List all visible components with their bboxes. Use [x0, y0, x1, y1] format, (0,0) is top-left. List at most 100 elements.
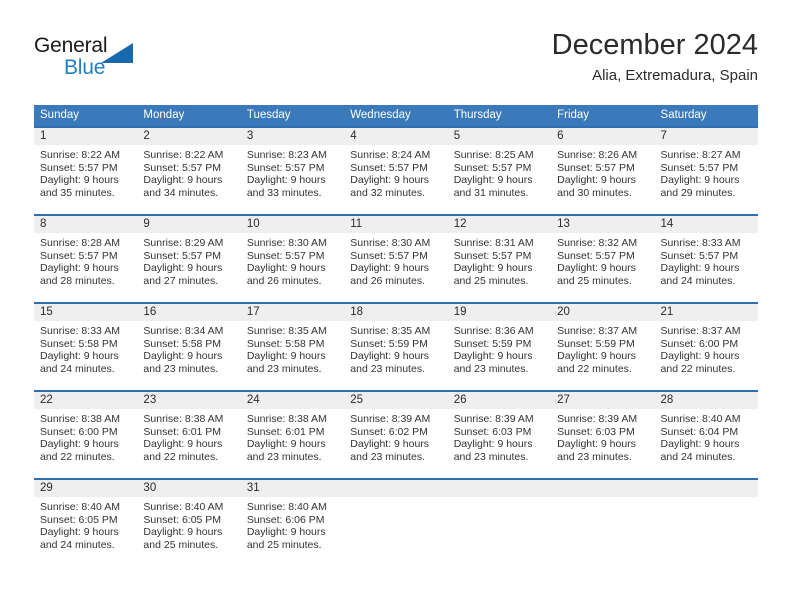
- sunset-text: Sunset: 6:00 PM: [660, 337, 739, 350]
- daylight-text-line1: Daylight: 9 hours: [246, 174, 326, 187]
- daylight-text-line2: and 27 minutes.: [143, 274, 219, 287]
- day-details: Sunrise: 8:39 AM Sunset: 6:03 PM Dayligh…: [551, 409, 654, 463]
- sunrise-text: Sunrise: 8:32 AM: [557, 237, 638, 249]
- calendar-day-cell[interactable]: 2 Sunrise: 8:22 AM Sunset: 5:57 PM Dayli…: [137, 128, 241, 214]
- daylight-text-line1: Daylight: 9 hours: [453, 262, 533, 275]
- calendar-day-cell[interactable]: 22 Sunrise: 8:38 AM Sunset: 6:00 PM Dayl…: [34, 392, 138, 478]
- calendar-day-cell[interactable]: 17 Sunrise: 8:35 AM Sunset: 5:58 PM Dayl…: [240, 304, 345, 390]
- day-details: Sunrise: 8:25 AM Sunset: 5:57 PM Dayligh…: [448, 145, 551, 199]
- day-details: Sunrise: 8:34 AM Sunset: 5:58 PM Dayligh…: [137, 321, 240, 375]
- calendar-day-cell[interactable]: 29 Sunrise: 8:40 AM Sunset: 6:05 PM Dayl…: [34, 480, 138, 566]
- sunset-text: Sunset: 5:57 PM: [40, 249, 118, 262]
- calendar-day-cell[interactable]: 12 Sunrise: 8:31 AM Sunset: 5:57 PM Dayl…: [447, 216, 552, 302]
- sunrise-text: Sunrise: 8:38 AM: [246, 413, 327, 425]
- weekday-header-monday: Monday: [143, 109, 185, 121]
- sunset-text: Sunset: 5:57 PM: [143, 161, 222, 174]
- sunset-text: Sunset: 5:57 PM: [557, 161, 635, 174]
- calendar-day-cell[interactable]: 27 Sunrise: 8:39 AM Sunset: 6:03 PM Dayl…: [551, 392, 655, 478]
- daylight-text-line1: Daylight: 9 hours: [40, 174, 119, 187]
- calendar-day-cell[interactable]: 18 Sunrise: 8:35 AM Sunset: 5:59 PM Dayl…: [344, 304, 448, 390]
- day-details: Sunrise: 8:28 AM Sunset: 5:57 PM Dayligh…: [34, 233, 137, 287]
- calendar-day-cell[interactable]: 6 Sunrise: 8:26 AM Sunset: 5:57 PM Dayli…: [551, 128, 655, 214]
- calendar-day-cell[interactable]: 1 Sunrise: 8:22 AM Sunset: 5:57 PM Dayli…: [34, 128, 138, 214]
- day-details: Sunrise: 8:35 AM Sunset: 5:58 PM Dayligh…: [241, 321, 344, 375]
- calendar-day-cell[interactable]: 20 Sunrise: 8:37 AM Sunset: 5:59 PM Dayl…: [551, 304, 655, 390]
- sunrise-text: Sunrise: 8:34 AM: [143, 325, 224, 337]
- daylight-text-line1: Daylight: 9 hours: [40, 262, 119, 275]
- calendar-day-cell[interactable]: 5 Sunrise: 8:25 AM Sunset: 5:57 PM Dayli…: [447, 128, 552, 214]
- sunset-text: Sunset: 5:57 PM: [350, 161, 428, 174]
- daylight-text-line2: and 25 minutes.: [246, 538, 322, 551]
- daylight-text-line1: Daylight: 9 hours: [143, 526, 223, 539]
- day-number: 13: [551, 216, 655, 233]
- daylight-text-line1: Daylight: 9 hours: [453, 350, 533, 363]
- sunrise-text: Sunrise: 8:33 AM: [660, 237, 741, 249]
- calendar-day-cell[interactable]: 3 Sunrise: 8:23 AM Sunset: 5:57 PM Dayli…: [240, 128, 345, 214]
- daylight-text-line1: Daylight: 9 hours: [246, 526, 326, 539]
- calendar-day-cell[interactable]: 31 Sunrise: 8:40 AM Sunset: 6:06 PM Dayl…: [240, 480, 345, 566]
- sunrise-text: Sunrise: 8:31 AM: [453, 237, 534, 249]
- day-details: Sunrise: 8:23 AM Sunset: 5:57 PM Dayligh…: [241, 145, 344, 199]
- daylight-text-line2: and 23 minutes.: [143, 362, 219, 375]
- day-number: 4: [344, 128, 448, 145]
- day-number: 23: [137, 392, 241, 409]
- daylight-text-line2: and 35 minutes.: [40, 186, 115, 199]
- calendar-day-cell-empty: [447, 480, 552, 566]
- brand-name-general: General: [34, 34, 108, 57]
- weekday-header-row: Sunday Monday Tuesday Wednesday Thursday…: [34, 105, 758, 126]
- calendar-day-cell[interactable]: 13 Sunrise: 8:32 AM Sunset: 5:57 PM Dayl…: [551, 216, 655, 302]
- calendar-day-cell[interactable]: 14 Sunrise: 8:33 AM Sunset: 5:57 PM Dayl…: [654, 216, 758, 302]
- sunset-text: Sunset: 5:57 PM: [557, 249, 635, 262]
- sunrise-text: Sunrise: 8:40 AM: [246, 501, 327, 513]
- day-number: [447, 480, 552, 497]
- day-details: Sunrise: 8:37 AM Sunset: 5:59 PM Dayligh…: [551, 321, 654, 375]
- day-number: [344, 480, 448, 497]
- calendar-day-cell[interactable]: 9 Sunrise: 8:29 AM Sunset: 5:57 PM Dayli…: [137, 216, 241, 302]
- calendar-day-cell[interactable]: 24 Sunrise: 8:38 AM Sunset: 6:01 PM Dayl…: [240, 392, 345, 478]
- day-number: 28: [654, 392, 758, 409]
- sunrise-text: Sunrise: 8:39 AM: [453, 413, 534, 425]
- calendar-day-cell[interactable]: 8 Sunrise: 8:28 AM Sunset: 5:57 PM Dayli…: [34, 216, 138, 302]
- sunset-text: Sunset: 6:02 PM: [350, 425, 428, 438]
- calendar-day-cell[interactable]: 30 Sunrise: 8:40 AM Sunset: 6:05 PM Dayl…: [137, 480, 241, 566]
- calendar-day-cell[interactable]: 11 Sunrise: 8:30 AM Sunset: 5:57 PM Dayl…: [344, 216, 448, 302]
- sunset-text: Sunset: 5:57 PM: [143, 249, 222, 262]
- daylight-text-line1: Daylight: 9 hours: [246, 350, 326, 363]
- day-details: Sunrise: 8:30 AM Sunset: 5:57 PM Dayligh…: [241, 233, 344, 287]
- sunset-text: Sunset: 5:57 PM: [246, 161, 325, 174]
- weekday-header-saturday: Saturday: [660, 109, 707, 121]
- day-details: Sunrise: 8:26 AM Sunset: 5:57 PM Dayligh…: [551, 145, 654, 199]
- daylight-text-line2: and 32 minutes.: [350, 186, 425, 199]
- daylight-text-line1: Daylight: 9 hours: [40, 438, 119, 451]
- daylight-text-line1: Daylight: 9 hours: [557, 438, 636, 451]
- calendar-day-cell[interactable]: 19 Sunrise: 8:36 AM Sunset: 5:59 PM Dayl…: [447, 304, 552, 390]
- calendar-day-cell[interactable]: 26 Sunrise: 8:39 AM Sunset: 6:03 PM Dayl…: [447, 392, 552, 478]
- day-details: Sunrise: 8:38 AM Sunset: 6:01 PM Dayligh…: [241, 409, 344, 463]
- day-number: 6: [551, 128, 655, 145]
- sunrise-text: Sunrise: 8:37 AM: [557, 325, 638, 337]
- sunset-text: Sunset: 6:04 PM: [660, 425, 739, 438]
- calendar-week-row: 15 Sunrise: 8:33 AM Sunset: 5:58 PM Dayl…: [34, 302, 758, 390]
- calendar-day-cell[interactable]: 25 Sunrise: 8:39 AM Sunset: 6:02 PM Dayl…: [344, 392, 448, 478]
- sunset-text: Sunset: 6:00 PM: [40, 425, 118, 438]
- calendar-day-cell[interactable]: 23 Sunrise: 8:38 AM Sunset: 6:01 PM Dayl…: [137, 392, 241, 478]
- calendar-day-cell[interactable]: 28 Sunrise: 8:40 AM Sunset: 6:04 PM Dayl…: [654, 392, 758, 478]
- day-details: Sunrise: 8:38 AM Sunset: 6:00 PM Dayligh…: [34, 409, 137, 463]
- calendar-day-cell[interactable]: 10 Sunrise: 8:30 AM Sunset: 5:57 PM Dayl…: [240, 216, 345, 302]
- day-details: Sunrise: 8:22 AM Sunset: 5:57 PM Dayligh…: [137, 145, 240, 199]
- daylight-text-line2: and 24 minutes.: [660, 274, 736, 287]
- day-number: 11: [344, 216, 448, 233]
- day-details: Sunrise: 8:40 AM Sunset: 6:04 PM Dayligh…: [655, 409, 758, 463]
- calendar-day-cell[interactable]: 21 Sunrise: 8:37 AM Sunset: 6:00 PM Dayl…: [654, 304, 758, 390]
- calendar-day-cell[interactable]: 4 Sunrise: 8:24 AM Sunset: 5:57 PM Dayli…: [344, 128, 448, 214]
- sunset-text: Sunset: 5:57 PM: [660, 161, 739, 174]
- page-subtitle: Alia, Extremadura, Spain: [592, 67, 758, 84]
- weekday-header-sunday: Sunday: [40, 109, 80, 121]
- calendar-day-cell[interactable]: 15 Sunrise: 8:33 AM Sunset: 5:58 PM Dayl…: [34, 304, 138, 390]
- calendar-day-cell[interactable]: 16 Sunrise: 8:34 AM Sunset: 5:58 PM Dayl…: [137, 304, 241, 390]
- calendar-day-cell[interactable]: 7 Sunrise: 8:27 AM Sunset: 5:57 PM Dayli…: [654, 128, 758, 214]
- sunset-text: Sunset: 5:58 PM: [246, 337, 325, 350]
- day-details: Sunrise: 8:27 AM Sunset: 5:57 PM Dayligh…: [655, 145, 758, 199]
- sunrise-text: Sunrise: 8:35 AM: [246, 325, 327, 337]
- brand-logo[interactable]: General Blue: [34, 34, 164, 86]
